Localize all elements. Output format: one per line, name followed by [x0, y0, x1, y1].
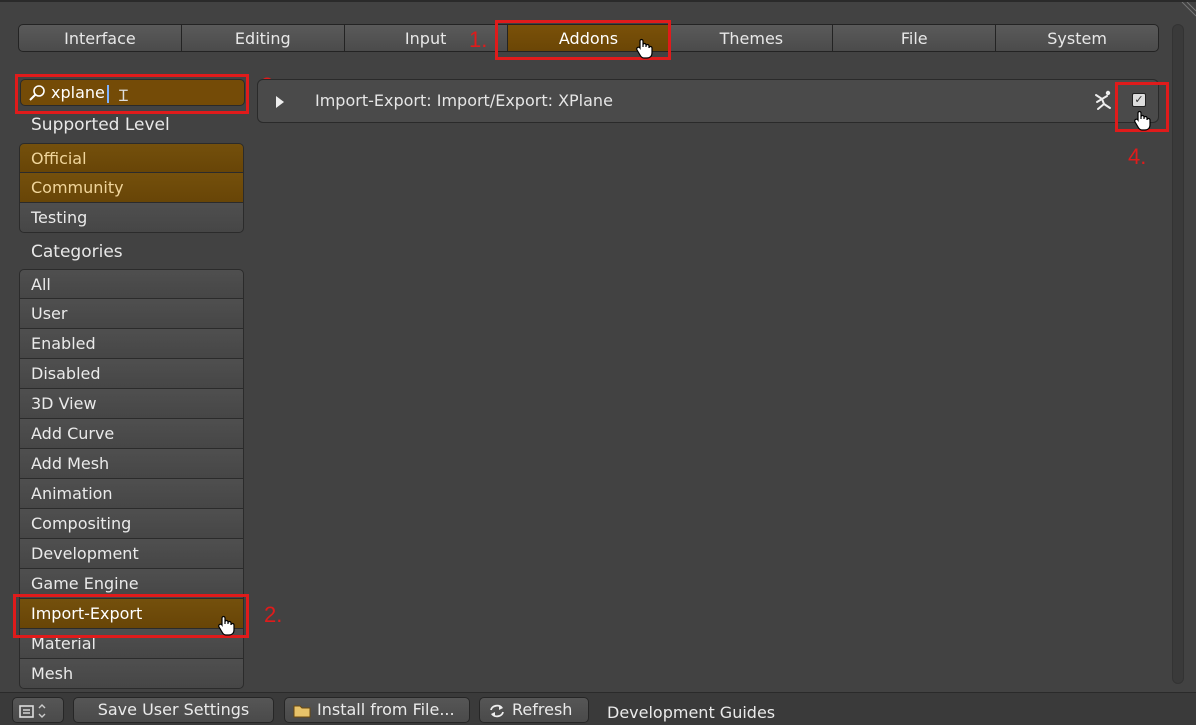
resize-corner-icon[interactable] — [1180, 2, 1196, 18]
annotation-box-2 — [13, 594, 249, 638]
level-official[interactable]: Official — [19, 143, 244, 173]
save-user-settings-button[interactable]: Save User Settings — [73, 697, 274, 723]
annotation-1: 1. — [469, 27, 488, 52]
hand-cursor-icon — [218, 615, 235, 636]
category-enabled[interactable]: Enabled — [19, 329, 244, 359]
annotation-2: 2. — [264, 602, 283, 627]
annotation-box-3 — [15, 74, 249, 114]
tab-editing[interactable]: Editing — [181, 24, 345, 52]
editor-type-menu[interactable] — [12, 697, 64, 723]
preferences-icon — [19, 703, 46, 718]
category-add-mesh[interactable]: Add Mesh — [19, 449, 244, 479]
supported-level-list: Official Community Testing — [19, 143, 244, 233]
development-guides-link[interactable]: Development Guides — [607, 703, 775, 722]
tab-themes[interactable]: Themes — [670, 24, 834, 52]
addon-row: Import-Export: Import/Export: XPlane ✓ — [257, 79, 1159, 123]
addon-name: Import-Export: Import/Export: XPlane — [315, 91, 613, 110]
category-animation[interactable]: Animation — [19, 479, 244, 509]
refresh-icon — [490, 704, 504, 717]
hand-cursor-icon — [636, 38, 653, 59]
hand-cursor-icon — [1134, 110, 1151, 131]
category-compositing[interactable]: Compositing — [19, 509, 244, 539]
category-mesh[interactable]: Mesh — [19, 659, 244, 689]
community-addon-icon — [1095, 90, 1111, 110]
annotation-4: 4. — [1128, 144, 1147, 169]
category-3d-view[interactable]: 3D View — [19, 389, 244, 419]
level-testing[interactable]: Testing — [19, 203, 244, 233]
preferences-window: Interface Editing Input Addons Themes Fi… — [0, 0, 1196, 725]
category-development[interactable]: Development — [19, 539, 244, 569]
supported-level-title: Supported Level — [31, 115, 170, 135]
category-user[interactable]: User — [19, 299, 244, 329]
bottom-toolbar: Save User Settings Install from File... … — [0, 692, 1196, 725]
level-community[interactable]: Community — [19, 173, 244, 203]
scrollbar[interactable] — [1172, 24, 1184, 684]
tab-interface[interactable]: Interface — [18, 24, 182, 52]
expand-arrow-icon[interactable] — [276, 96, 284, 108]
category-all[interactable]: All — [19, 269, 244, 299]
tab-system[interactable]: System — [996, 24, 1160, 52]
tab-file[interactable]: File — [833, 24, 997, 52]
folder-icon — [293, 705, 311, 717]
install-label: Install from File... — [317, 700, 455, 719]
refresh-label: Refresh — [512, 700, 573, 719]
categories-title: Categories — [31, 242, 123, 262]
category-add-curve[interactable]: Add Curve — [19, 419, 244, 449]
category-disabled[interactable]: Disabled — [19, 359, 244, 389]
refresh-button[interactable]: Refresh — [479, 697, 589, 723]
install-from-file-button[interactable]: Install from File... — [284, 697, 470, 723]
